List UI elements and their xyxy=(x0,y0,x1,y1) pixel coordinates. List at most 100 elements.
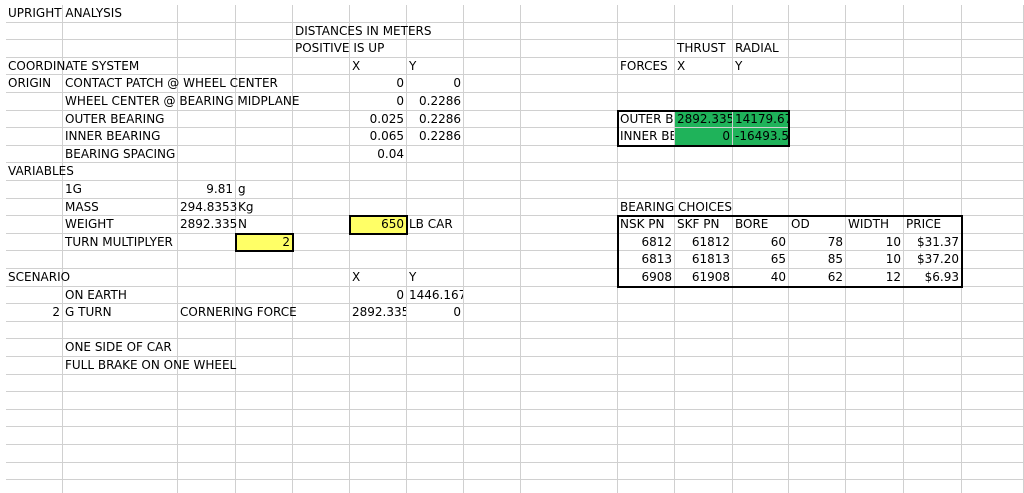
cell-empty[interactable] xyxy=(236,427,293,445)
cell-empty[interactable] xyxy=(962,251,1024,269)
cell-empty[interactable] xyxy=(521,269,618,287)
cell-empty[interactable] xyxy=(789,128,846,146)
cell-empty[interactable] xyxy=(904,40,962,58)
cell-empty[interactable] xyxy=(236,128,293,146)
cell-empty[interactable] xyxy=(521,22,618,41)
cell-r7-c5[interactable]: 0.065 xyxy=(350,128,407,146)
cell-empty[interactable] xyxy=(63,427,178,445)
cell-empty[interactable] xyxy=(904,357,962,375)
cell-r1-c4[interactable]: DISTANCES IN METERS xyxy=(293,22,432,41)
cell-empty[interactable] xyxy=(904,480,962,493)
cell-empty[interactable] xyxy=(846,198,904,217)
cell-empty[interactable] xyxy=(464,392,521,410)
cell-empty[interactable] xyxy=(293,269,350,287)
cell-empty[interactable] xyxy=(675,286,733,305)
cell-empty[interactable] xyxy=(236,392,293,410)
cell-r11-c1[interactable]: MASS xyxy=(63,198,178,217)
cell-r8-c1[interactable]: BEARING SPACING xyxy=(63,145,178,164)
cell-empty[interactable] xyxy=(350,480,407,493)
cell-empty[interactable] xyxy=(293,480,350,493)
cell-r15-c14[interactable]: $6.93 xyxy=(904,269,962,287)
cell-empty[interactable] xyxy=(846,409,904,428)
cell-empty[interactable] xyxy=(618,374,675,393)
cell-empty[interactable] xyxy=(464,409,521,428)
cell-empty[interactable] xyxy=(846,181,904,199)
cell-r3-c6[interactable]: Y xyxy=(407,57,464,76)
cell-r7-c9[interactable]: INNER BEARING xyxy=(618,128,675,146)
cell-empty[interactable] xyxy=(178,233,236,252)
cell-empty[interactable] xyxy=(521,233,618,252)
cell-empty[interactable] xyxy=(6,145,63,164)
cell-empty[interactable] xyxy=(521,145,618,164)
cell-r13-c10[interactable]: 61812 xyxy=(675,233,733,252)
cell-empty[interactable] xyxy=(178,163,236,181)
cell-empty[interactable] xyxy=(789,409,846,428)
cell-empty[interactable] xyxy=(962,462,1024,481)
cell-empty[interactable] xyxy=(904,181,962,199)
cell-empty[interactable] xyxy=(293,163,350,181)
cell-empty[interactable] xyxy=(407,427,464,445)
cell-empty[interactable] xyxy=(733,5,789,23)
cell-empty[interactable] xyxy=(675,392,733,410)
cell-empty[interactable] xyxy=(178,427,236,445)
cell-r2-c11[interactable]: RADIAL xyxy=(733,40,789,58)
cell-empty[interactable] xyxy=(846,93,904,111)
cell-empty[interactable] xyxy=(236,374,293,393)
cell-empty[interactable] xyxy=(675,75,733,93)
cell-empty[interactable] xyxy=(789,75,846,93)
cell-empty[interactable] xyxy=(618,409,675,428)
cell-r12-c3[interactable]: N xyxy=(236,216,293,234)
cell-empty[interactable] xyxy=(464,75,521,93)
cell-r3-c0[interactable]: COORDINATE SYSTEM xyxy=(6,57,139,76)
cell-empty[interactable] xyxy=(962,110,1024,129)
cell-empty[interactable] xyxy=(178,374,236,393)
cell-empty[interactable] xyxy=(178,321,236,340)
cell-empty[interactable] xyxy=(178,480,236,493)
cell-r13-c9[interactable]: 6812 xyxy=(618,233,675,252)
cell-r10-c3[interactable]: g xyxy=(236,181,293,199)
cell-empty[interactable] xyxy=(521,40,618,58)
cell-empty[interactable] xyxy=(521,93,618,111)
cell-empty[interactable] xyxy=(293,181,350,199)
cell-empty[interactable] xyxy=(846,445,904,463)
cell-r12-c2[interactable]: 2892.335 xyxy=(178,216,237,234)
cell-empty[interactable] xyxy=(178,286,236,305)
cell-empty[interactable] xyxy=(904,321,962,340)
cell-empty[interactable] xyxy=(733,427,789,445)
cell-empty[interactable] xyxy=(236,163,293,181)
cell-r4-c1[interactable]: CONTACT PATCH @ WHEEL CENTER xyxy=(63,75,278,93)
cell-empty[interactable] xyxy=(675,181,733,199)
cell-empty[interactable] xyxy=(675,304,733,322)
cell-empty[interactable] xyxy=(293,75,350,93)
cell-r12-c14[interactable]: PRICE xyxy=(904,216,962,234)
cell-empty[interactable] xyxy=(407,462,464,481)
cell-empty[interactable] xyxy=(904,145,962,164)
cell-empty[interactable] xyxy=(6,251,63,269)
cell-empty[interactable] xyxy=(618,321,675,340)
cell-empty[interactable] xyxy=(464,145,521,164)
cell-empty[interactable] xyxy=(846,163,904,181)
cell-empty[interactable] xyxy=(962,163,1024,181)
cell-r2-c4[interactable]: POSITIVE IS UP xyxy=(293,40,384,58)
cell-empty[interactable] xyxy=(962,128,1024,146)
cell-empty[interactable] xyxy=(407,357,464,375)
cell-empty[interactable] xyxy=(293,427,350,445)
cell-empty[interactable] xyxy=(846,339,904,357)
cell-empty[interactable] xyxy=(521,374,618,393)
cell-empty[interactable] xyxy=(675,163,733,181)
cell-empty[interactable] xyxy=(464,128,521,146)
cell-empty[interactable] xyxy=(63,163,178,181)
cell-empty[interactable] xyxy=(178,128,236,146)
cell-empty[interactable] xyxy=(904,339,962,357)
cell-r13-c14[interactable]: $31.37 xyxy=(904,233,962,252)
cell-empty[interactable] xyxy=(464,57,521,76)
cell-empty[interactable] xyxy=(618,462,675,481)
cell-empty[interactable] xyxy=(350,462,407,481)
cell-r15-c12[interactable]: 62 xyxy=(789,269,846,287)
cell-empty[interactable] xyxy=(733,339,789,357)
cell-r7-c1[interactable]: INNER BEARING xyxy=(63,128,178,146)
cell-empty[interactable] xyxy=(293,374,350,393)
cell-r3-c10[interactable]: X xyxy=(675,57,733,76)
cell-empty[interactable] xyxy=(236,339,293,357)
cell-empty[interactable] xyxy=(846,128,904,146)
